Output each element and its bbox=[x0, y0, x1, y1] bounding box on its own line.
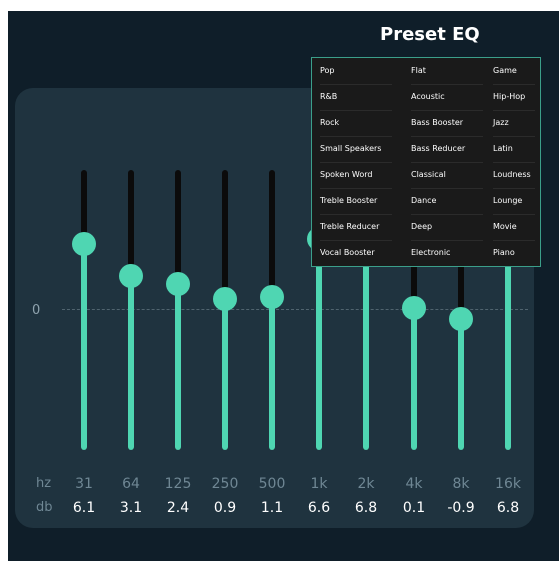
preset-item-bass-booster[interactable]: Bass Booster bbox=[411, 110, 483, 137]
eq-fill-16k bbox=[505, 236, 511, 450]
preset-eq-title[interactable]: Preset EQ bbox=[380, 24, 480, 45]
eq-fill-8k bbox=[458, 318, 464, 450]
eq-fill-1k bbox=[316, 239, 322, 450]
hz-label-500: 500 bbox=[258, 476, 286, 492]
preset-item-latin[interactable]: Latin bbox=[493, 136, 535, 163]
eq-fill-2k bbox=[363, 236, 369, 450]
hz-axis-label: hz bbox=[36, 476, 52, 491]
preset-item-treble-booster[interactable]: Treble Booster bbox=[320, 188, 392, 215]
preset-item-treble-reducer[interactable]: Treble Reducer bbox=[320, 214, 392, 241]
hz-label-8k: 8k bbox=[452, 476, 470, 492]
db-axis-label: db bbox=[36, 500, 53, 515]
preset-item-game[interactable]: Game bbox=[493, 58, 535, 85]
eq-knob-4k[interactable] bbox=[402, 295, 426, 320]
preset-item-dance[interactable]: Dance bbox=[411, 188, 483, 215]
db-value-1k: 6.6 bbox=[307, 500, 331, 516]
preset-item-spoken-word[interactable]: Spoken Word bbox=[320, 162, 392, 189]
eq-fill-125 bbox=[175, 283, 181, 450]
preset-item-jazz[interactable]: Jazz bbox=[493, 110, 535, 137]
preset-eq-menu: Pop R&B Rock Small Speakers Spoken Word Trebl… bbox=[311, 57, 541, 267]
eq-fill-4k bbox=[411, 307, 417, 450]
preset-item-lounge[interactable]: Lounge bbox=[493, 188, 535, 215]
preset-item-acoustic[interactable]: Acoustic bbox=[411, 84, 483, 111]
preset-item-loudness[interactable]: Loudness bbox=[493, 162, 535, 189]
eq-fill-500 bbox=[269, 297, 275, 450]
preset-item-hip-hop[interactable]: Hip-Hop bbox=[493, 84, 535, 111]
eq-fill-31 bbox=[81, 244, 87, 450]
preset-item-rock[interactable]: Rock bbox=[320, 110, 392, 137]
hz-label-31: 31 bbox=[75, 476, 93, 492]
db-value-31: 6.1 bbox=[72, 500, 96, 516]
preset-item-vocal-booster[interactable]: Vocal Booster bbox=[320, 240, 392, 266]
hz-label-1k: 1k bbox=[310, 476, 328, 492]
eq-knob-125[interactable] bbox=[166, 271, 190, 296]
zero-db-label: 0 bbox=[32, 303, 41, 318]
db-value-125: 2.4 bbox=[166, 500, 190, 516]
eq-knob-8k[interactable] bbox=[449, 306, 473, 331]
preset-item-deep[interactable]: Deep bbox=[411, 214, 483, 241]
preset-item-flat[interactable]: Flat bbox=[411, 58, 483, 85]
db-value-8k: -0.9 bbox=[447, 500, 475, 516]
db-value-2k: 6.8 bbox=[354, 500, 378, 516]
db-value-500: 1.1 bbox=[260, 500, 284, 516]
db-value-64: 3.1 bbox=[119, 500, 143, 516]
hz-label-125: 125 bbox=[164, 476, 192, 492]
hz-label-64: 64 bbox=[122, 476, 140, 492]
preset-item-classical[interactable]: Classical bbox=[411, 162, 483, 189]
preset-item-electronic[interactable]: Electronic bbox=[411, 240, 483, 266]
db-value-250: 0.9 bbox=[213, 500, 237, 516]
preset-item-small-speakers[interactable]: Small Speakers bbox=[320, 136, 392, 163]
preset-item-movie[interactable]: Movie bbox=[493, 214, 535, 241]
hz-label-2k: 2k bbox=[357, 476, 375, 492]
eq-fill-250 bbox=[222, 299, 228, 450]
db-value-16k: 6.8 bbox=[496, 500, 520, 516]
hz-label-16k: 16k bbox=[495, 476, 521, 492]
hz-label-250: 250 bbox=[211, 476, 239, 492]
preset-item-piano[interactable]: Piano bbox=[493, 240, 535, 266]
eq-knob-64[interactable] bbox=[119, 264, 143, 289]
preset-item-r-b[interactable]: R&B bbox=[320, 84, 392, 111]
preset-item-bass-reducer[interactable]: Bass Reducer bbox=[411, 136, 483, 163]
eq-fill-64 bbox=[128, 276, 134, 450]
db-value-4k: 0.1 bbox=[402, 500, 426, 516]
hz-label-4k: 4k bbox=[405, 476, 423, 492]
preset-item-pop[interactable]: Pop bbox=[320, 58, 392, 85]
